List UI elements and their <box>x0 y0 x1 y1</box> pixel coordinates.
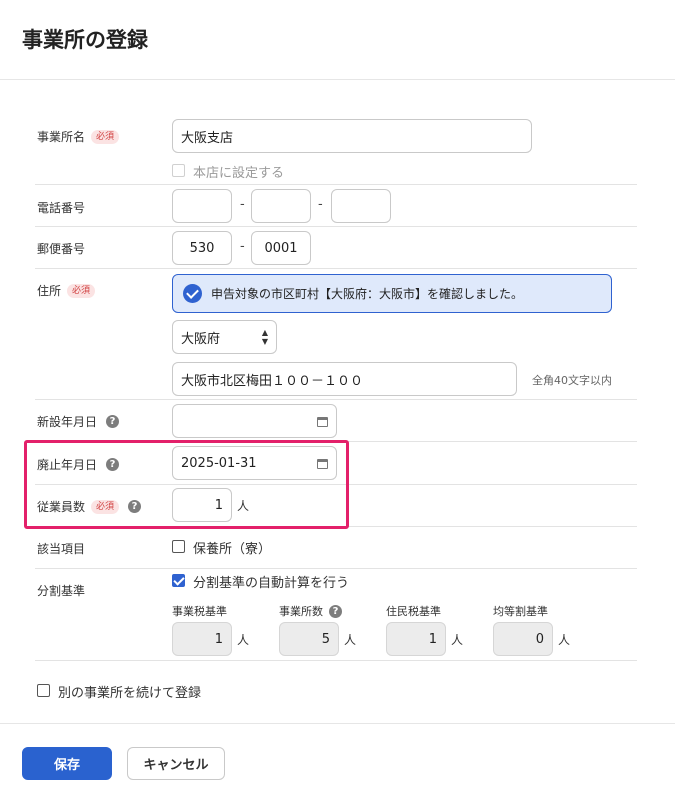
footer-divider <box>0 723 675 724</box>
unit-label: 人 <box>558 633 571 647</box>
resident-tax-basis-header: 住民税基準 <box>386 605 441 618</box>
employees-unit: 人 <box>237 499 250 513</box>
auto-calc-label: 分割基準の自動計算を行う <box>193 576 350 591</box>
applicable-label: 該当項目 <box>37 542 86 556</box>
calendar-icon[interactable] <box>317 458 328 469</box>
postal-second-input[interactable]: 0001 <box>251 231 311 265</box>
unit-label: 人 <box>344 633 357 647</box>
split-basis-label: 分割基準 <box>37 584 86 598</box>
phone-separator: - <box>240 197 245 212</box>
postal-first-input[interactable]: 530 <box>172 231 232 265</box>
abolished-date-input[interactable]: 2025-01-31 <box>172 446 337 480</box>
required-badge: 必須 <box>91 129 120 144</box>
head-office-checkbox[interactable] <box>172 164 185 177</box>
help-icon[interactable]: ? <box>106 415 120 428</box>
phone-exchange-input[interactable] <box>251 189 311 223</box>
phone-area-input[interactable] <box>172 189 232 223</box>
help-icon[interactable]: ? <box>128 500 142 513</box>
cancel-button[interactable]: キャンセル <box>127 747 225 780</box>
help-icon[interactable]: ? <box>329 604 342 618</box>
row-divider <box>35 660 637 661</box>
save-button[interactable]: 保存 <box>22 747 112 780</box>
row-divider <box>35 226 637 227</box>
head-office-label: 本店に設定する <box>193 166 285 181</box>
phone-separator: - <box>318 197 323 212</box>
equal-split-basis-header: 均等割基準 <box>493 605 548 618</box>
phone-number-input[interactable] <box>331 189 391 223</box>
continue-register-label: 別の事業所を続けて登録 <box>58 686 202 701</box>
auto-calc-checkbox[interactable] <box>172 574 185 587</box>
employees-label: 従業員数 必須 ? <box>37 498 142 515</box>
calendar-icon[interactable] <box>317 416 328 427</box>
row-divider <box>35 184 637 185</box>
recreation-facility-label: 保養所（寮） <box>193 542 272 557</box>
check-circle-icon <box>183 284 202 303</box>
employees-input[interactable]: 1 <box>172 488 232 522</box>
postal-label: 郵便番号 <box>37 242 86 256</box>
abolished-date-label: 廃止年月日 ? <box>37 456 120 473</box>
required-badge: 必須 <box>67 283 96 298</box>
address-label: 住所 必須 <box>37 282 96 299</box>
row-divider <box>35 568 637 569</box>
postal-separator: - <box>240 239 245 254</box>
required-badge: 必須 <box>91 499 120 514</box>
address-confirm-notice: 申告対象の市区町村【大阪府：大阪市】を確認しました。 <box>172 274 612 313</box>
row-divider <box>35 526 637 527</box>
select-arrows-icon: ▲ ▼ <box>261 328 268 346</box>
help-icon[interactable]: ? <box>106 458 120 471</box>
established-date-label: 新設年月日 ? <box>37 413 120 430</box>
office-name-input[interactable]: 大阪支店 <box>172 119 532 153</box>
row-divider <box>35 484 637 485</box>
page-title: 事業所の登録 <box>22 28 148 52</box>
resident-tax-basis-input[interactable]: 1 <box>386 622 446 656</box>
unit-label: 人 <box>451 633 464 647</box>
office-count-input[interactable]: 5 <box>279 622 339 656</box>
established-date-input[interactable] <box>172 404 337 438</box>
recreation-facility-checkbox[interactable] <box>172 540 185 553</box>
phone-label: 電話番号 <box>37 201 86 215</box>
row-divider <box>35 268 637 269</box>
unit-label: 人 <box>237 633 250 647</box>
office-count-header: 事業所数 ? <box>279 603 342 619</box>
continue-register-checkbox[interactable] <box>37 684 50 697</box>
office-name-label: 事業所名 必須 <box>37 128 120 145</box>
business-tax-basis-input[interactable]: 1 <box>172 622 232 656</box>
equal-split-basis-input[interactable]: 0 <box>493 622 553 656</box>
business-tax-basis-header: 事業税基準 <box>172 605 227 618</box>
header-divider <box>0 79 675 80</box>
address-length-hint: 全角40文字以内 <box>532 374 612 387</box>
street-address-input[interactable]: 大阪市北区梅田１００－１００ <box>172 362 517 396</box>
prefecture-select[interactable]: 大阪府 ▲ ▼ <box>172 320 277 354</box>
row-divider <box>35 441 637 442</box>
row-divider <box>35 399 637 400</box>
